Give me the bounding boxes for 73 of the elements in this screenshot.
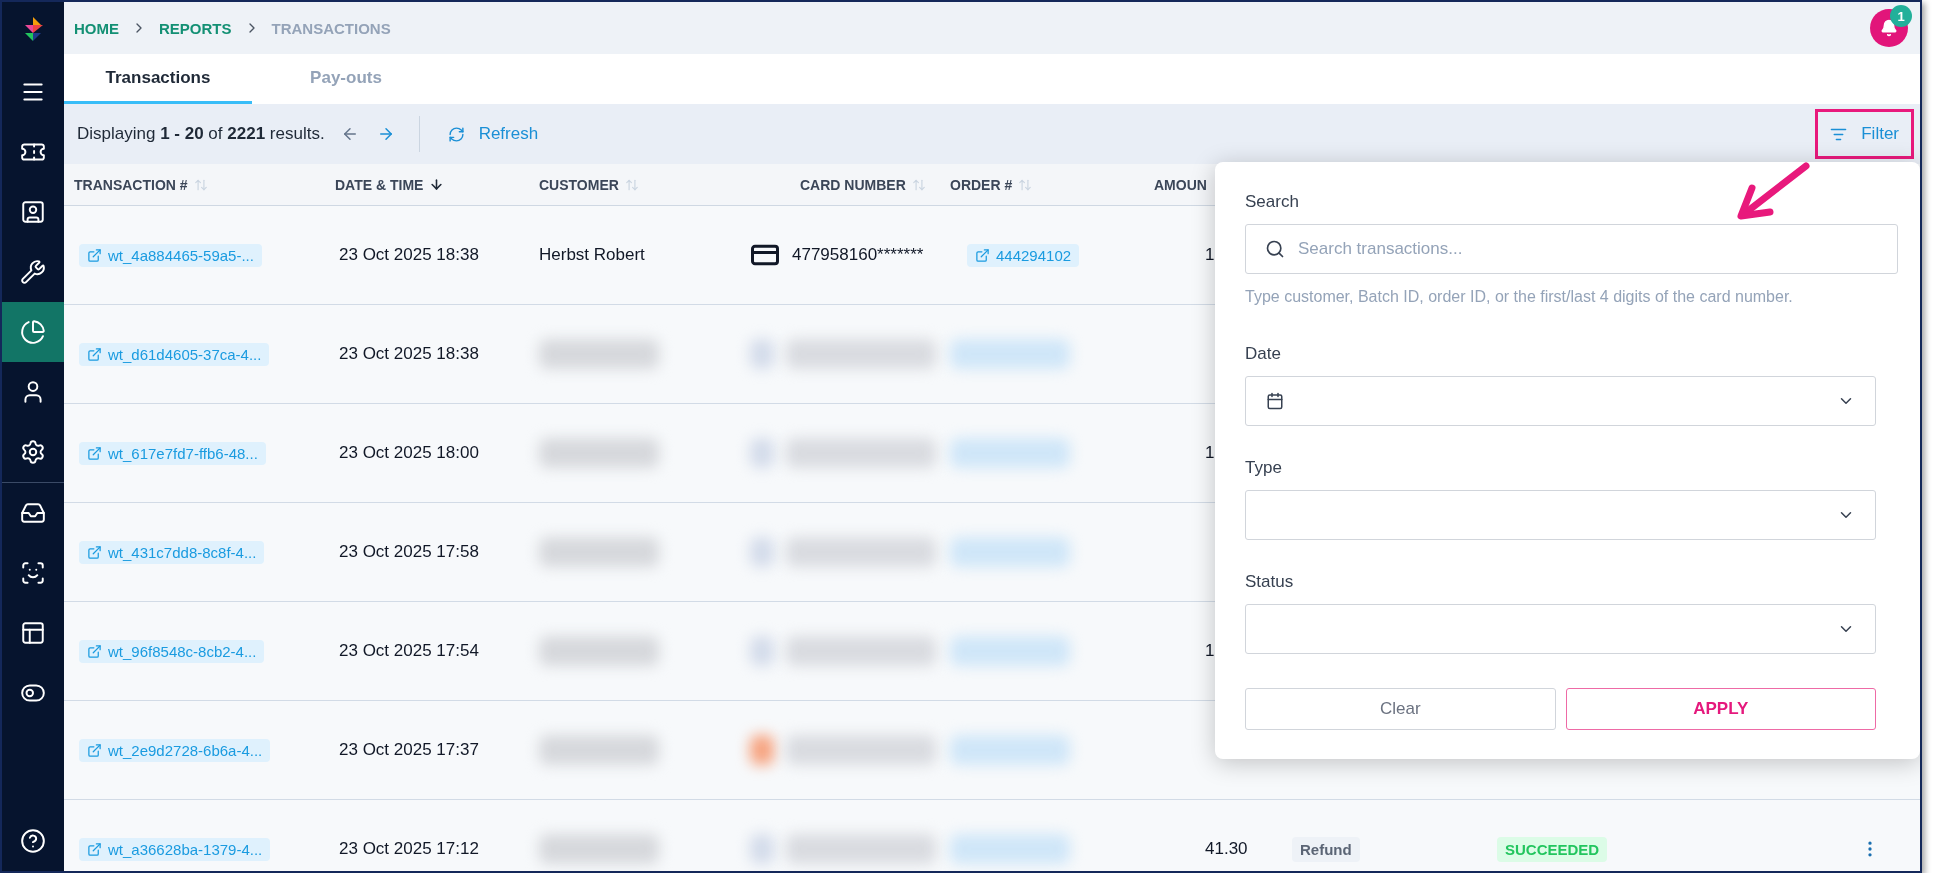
field-hint: Type customer, Batch ID, order ID, or the first/last 4 digits of the card number. — [1245, 288, 1794, 306]
results-summary: Displaying 1 - 20 of 2221 results. — [77, 124, 325, 144]
field-label: Search — [1245, 192, 1300, 212]
face-scan-icon — [20, 560, 46, 586]
redacted-blur — [750, 636, 774, 666]
date-cell-text: 23 Oct 2025 18:00 — [338, 443, 480, 463]
layout-icon — [20, 620, 46, 646]
redacted-blur — [750, 438, 774, 468]
transaction-link[interactable]: wt_a36628ba-1379-4... — [79, 837, 271, 861]
help-icon — [20, 828, 46, 854]
pie-chart-icon — [20, 319, 46, 345]
redacted-blur — [750, 339, 774, 369]
external-link-icon — [87, 742, 102, 758]
select-field[interactable] — [1245, 490, 1876, 540]
field-label: Date — [1245, 344, 1282, 364]
column-header[interactable]: CUSTOMER — [539, 176, 639, 193]
amount-cell: 1 — [1205, 641, 1215, 661]
wrench-icon — [20, 259, 46, 285]
transaction-link[interactable]: wt_2e9d2728-6b6a-4... — [79, 738, 271, 762]
inbox-icon — [20, 500, 46, 526]
date-cell-text: 23 Oct 2025 17:37 — [338, 740, 480, 760]
breadcrumb-link[interactable]: REPORTS — [159, 19, 232, 37]
column-header[interactable]: DATE & TIME — [335, 176, 445, 193]
refresh-button[interactable]: Refresh — [441, 120, 545, 148]
breadcrumb-link[interactable]: HOME — [74, 19, 119, 37]
external-link-icon — [87, 346, 102, 362]
notification-badge: 1 — [1890, 5, 1912, 27]
date-cell-text: 23 Oct 2025 18:38 — [338, 344, 480, 364]
external-link-icon — [87, 841, 102, 857]
select-field[interactable] — [1245, 604, 1876, 654]
type-tag: Refund — [1292, 836, 1360, 862]
external-link-icon — [87, 445, 102, 461]
redacted-blur — [750, 537, 774, 567]
field-label: Status — [1245, 572, 1295, 592]
external-link-icon — [87, 247, 102, 263]
transaction-link[interactable]: wt_617e7fd7-ffb6-48... — [79, 441, 266, 465]
transaction-link[interactable]: wt_96f8548c-8cb2-4... — [79, 639, 265, 663]
clear-button[interactable]: Clear — [1245, 688, 1556, 730]
date-cell-text: 23 Oct 2025 17:58 — [338, 542, 480, 562]
amount-cell: 1 — [1205, 443, 1215, 463]
order-link[interactable]: 444294102 — [967, 243, 1080, 267]
sort-descending-icon[interactable] — [429, 177, 445, 192]
amount-cell: 41.30 — [1205, 839, 1248, 859]
amount-cell: 1 — [1205, 245, 1215, 265]
status-badge: SUCCEEDED — [1497, 836, 1608, 862]
date-cell-text: 23 Oct 2025 17:54 — [338, 641, 480, 661]
external-link-icon — [87, 544, 102, 560]
card-number: 477958160******* — [792, 245, 924, 265]
calendar-icon — [1266, 392, 1284, 410]
transaction-link[interactable]: wt_431c7dd8-8c8f-4... — [79, 540, 265, 564]
field-label: Type — [1245, 458, 1283, 478]
search-field[interactable]: Search transactions... — [1245, 224, 1898, 274]
column-header[interactable]: AMOUN — [1154, 176, 1207, 193]
redacted-blur — [750, 834, 774, 864]
search-icon — [1265, 239, 1285, 259]
breadcrumb-link[interactable]: TRANSACTIONS — [271, 19, 391, 37]
external-link-icon — [87, 643, 102, 659]
date-cell-text: 23 Oct 2025 18:38 — [338, 245, 480, 265]
apply-button[interactable]: APPLY — [1565, 688, 1876, 730]
contact-card-icon — [20, 199, 46, 225]
external-link-icon — [975, 247, 990, 263]
column-header[interactable]: CARD NUMBER — [800, 176, 926, 193]
transaction-link[interactable]: wt_4a884465-59a5-... — [79, 243, 262, 267]
date-cell-text: 23 Oct 2025 17:12 — [338, 839, 480, 859]
column-header[interactable]: ORDER # — [950, 176, 1033, 193]
column-header[interactable]: TRANSACTION # — [74, 176, 208, 193]
tab[interactable]: Pay-outs — [252, 54, 440, 104]
customer-cell-text: Herbst Robert — [539, 245, 646, 265]
bell-icon — [1880, 19, 1898, 37]
refresh-icon — [447, 125, 465, 143]
filter-button[interactable]: Filter — [1824, 120, 1905, 148]
transaction-link[interactable]: wt_d61d4605-37ca-4... — [79, 342, 270, 366]
settings-icon — [20, 439, 46, 465]
